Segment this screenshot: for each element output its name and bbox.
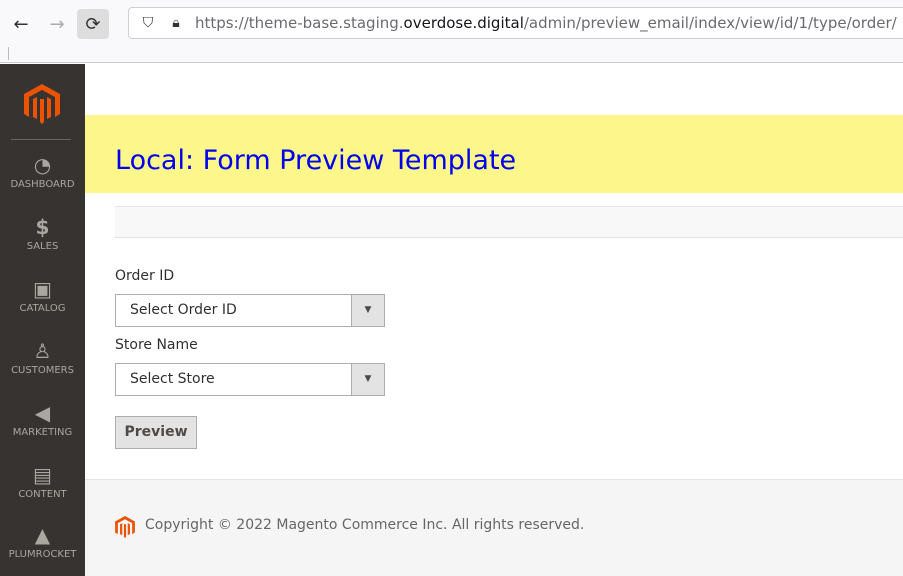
- label: DASHBOARD: [10, 179, 75, 190]
- label: SALES: [26, 241, 59, 252]
- address-bar[interactable]: ⛉ 🔒︎ https://theme-base.staging.overdose…: [128, 7, 903, 39]
- chevron-down-icon[interactable]: ▼: [351, 295, 384, 326]
- sidebar-item-dashboard[interactable]: ◔ DASHBOARD: [0, 154, 85, 190]
- sidebar-item-plumrocket[interactable]: ▲ PLUMROCKET: [0, 524, 85, 560]
- copyright-text: Copyright © 2022 Magento Commerce Inc. A…: [145, 517, 585, 533]
- label: PLUMROCKET: [8, 549, 77, 560]
- separator: [8, 47, 9, 60]
- store-name-label: Store Name: [115, 337, 198, 353]
- megaphone-icon: ◀: [34, 401, 51, 425]
- sidebar-item-marketing[interactable]: ◀ MARKETING: [0, 402, 85, 438]
- order-id-label: Order ID: [115, 268, 175, 284]
- forward-button[interactable]: →: [41, 9, 73, 39]
- url-text: https://theme-base.staging.overdose.digi…: [195, 14, 897, 32]
- box-icon: ▣: [33, 277, 52, 301]
- page-header: Local: Form Preview Template: [85, 115, 903, 193]
- divider: [11, 139, 71, 140]
- bookmarks-bar: [0, 45, 903, 63]
- shield-icon: ⛉: [142, 15, 154, 31]
- plumrocket-icon: ▲: [34, 523, 51, 547]
- label: MARKETING: [12, 427, 73, 438]
- sidebar-item-sales[interactable]: $ SALES: [0, 216, 85, 252]
- footer: Copyright © 2022 Magento Commerce Inc. A…: [85, 479, 903, 576]
- reload-button[interactable]: ⟳: [77, 9, 109, 39]
- sidebar-item-catalog[interactable]: ▣ CATALOG: [0, 278, 85, 314]
- chevron-down-icon[interactable]: ▼: [351, 364, 384, 395]
- browser-toolbar: ← → ⟳ ⛉ 🔒︎ https://theme-base.staging.ov…: [0, 0, 903, 45]
- sidebar-item-customers[interactable]: ♙ CUSTOMERS: [0, 340, 85, 376]
- label: CONTENT: [18, 489, 67, 500]
- back-button[interactable]: ←: [5, 9, 37, 39]
- actions-bar: [115, 206, 903, 238]
- selected-value: Select Store: [130, 371, 215, 387]
- order-id-select[interactable]: Select Order ID ▼: [115, 294, 385, 327]
- person-icon: ♙: [33, 339, 52, 363]
- magento-logo-icon[interactable]: [24, 84, 60, 124]
- page-title: Local: Form Preview Template: [115, 145, 517, 176]
- admin-sidebar: ◔ DASHBOARD $ SALES ▣ CATALOG ♙ CUSTOMERS ◀ M…: [0, 64, 85, 576]
- layout-icon: ▤: [33, 463, 52, 487]
- label: CUSTOMERS: [11, 365, 74, 376]
- lock-icon: 🔒︎: [172, 15, 180, 31]
- magento-logo-icon: [115, 516, 135, 538]
- store-name-select[interactable]: Select Store ▼: [115, 363, 385, 396]
- selected-value: Select Order ID: [130, 302, 237, 318]
- dollar-icon: $: [35, 215, 50, 239]
- sidebar-item-content[interactable]: ▤ CONTENT: [0, 464, 85, 500]
- dashboard-icon: ◔: [33, 153, 52, 177]
- preview-button[interactable]: Preview: [115, 416, 197, 449]
- label: CATALOG: [19, 303, 66, 314]
